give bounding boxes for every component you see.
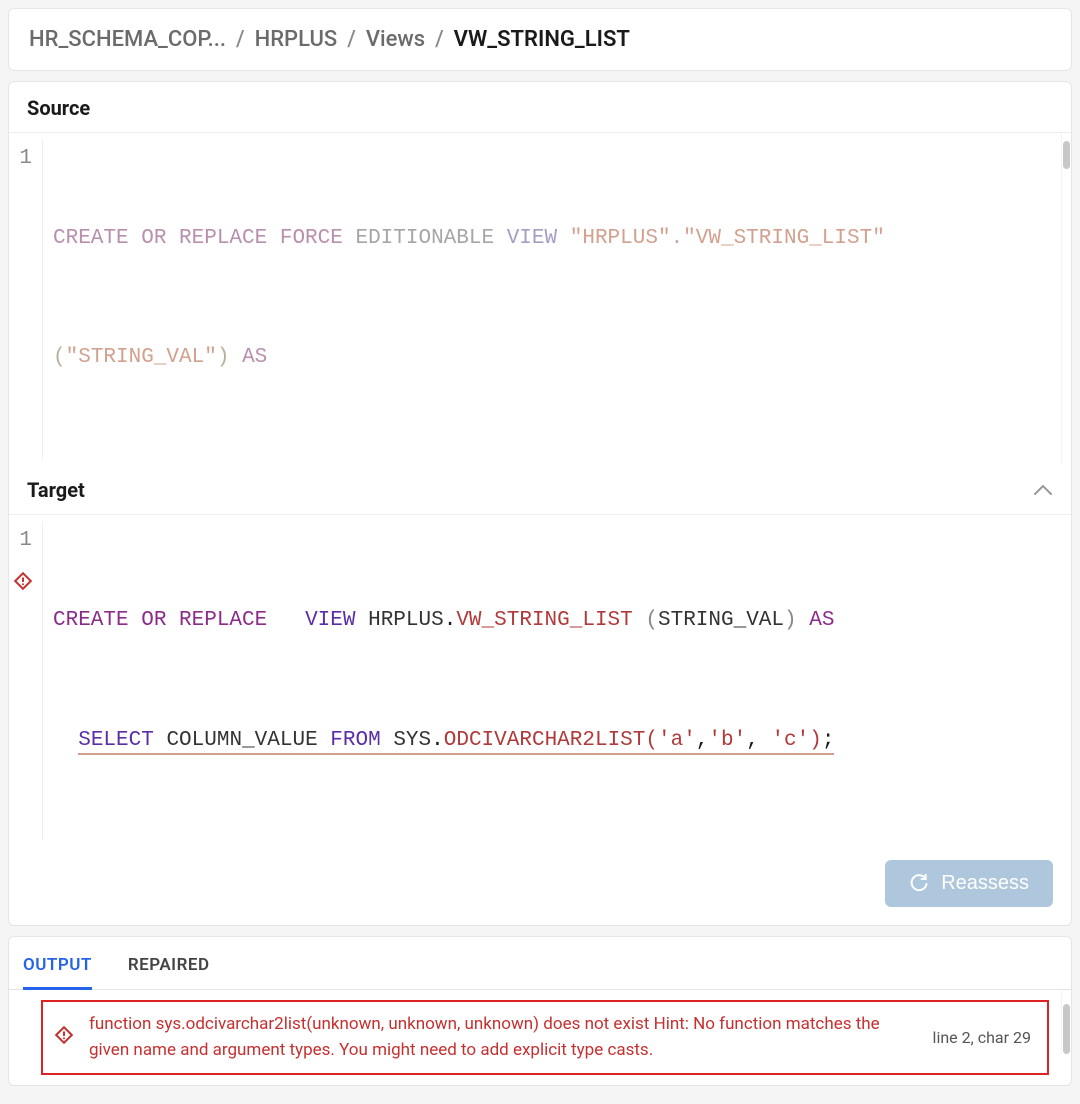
breadcrumb-card: HR_SCHEMA_COP... / HRPLUS / Views / VW_S… <box>8 8 1072 71</box>
refresh-icon <box>909 874 929 894</box>
breadcrumb-crumb-3[interactable]: VW_STRING_LIST <box>454 27 630 52</box>
code-line[interactable]: CREATE OR REPLACE FORCE EDITIONABLE VIEW… <box>53 219 1051 259</box>
breadcrumb-sep: / <box>236 27 245 52</box>
code-line[interactable]: SELECT COLUMN_VALUE FROM SYS.ODCIVARCHAR… <box>53 721 1061 761</box>
breadcrumb-sep: / <box>435 27 444 52</box>
source-scrollbar[interactable] <box>1061 133 1071 464</box>
chevron-up-icon[interactable] <box>1033 480 1053 501</box>
error-message-text: function sys.odcivarchar2list(unknown, u… <box>89 1012 917 1063</box>
code-line[interactable]: CREATE OR REPLACE VIEW HRPLUS.VW_STRING_… <box>53 601 1061 641</box>
error-location: line 2, char 29 <box>933 1028 1031 1047</box>
source-code[interactable]: 1 CREATE OR REPLACE FORCE EDITIONABLE VI… <box>9 133 1061 464</box>
source-body: 1 CREATE OR REPLACE FORCE EDITIONABLE VI… <box>9 133 1071 464</box>
target-actions: Reassess <box>9 846 1071 925</box>
source-title: Source <box>27 96 90 120</box>
code-line[interactable]: ("STRING_VAL") AS <box>53 338 1051 378</box>
target-title: Target <box>27 478 85 502</box>
breadcrumb-crumb-2[interactable]: Views <box>366 27 425 52</box>
error-icon-col <box>55 1026 73 1049</box>
target-lines[interactable]: CREATE OR REPLACE VIEW HRPLUS.VW_STRING_… <box>43 521 1061 840</box>
error-diamond-icon <box>55 1026 73 1044</box>
target-code[interactable]: 1 CREATE OR REPLACE VIEW HRPLUS.VW_STRIN… <box>9 515 1071 846</box>
source-lines[interactable]: CREATE OR REPLACE FORCE EDITIONABLE VIEW… <box>43 139 1051 458</box>
output-card: OUTPUT REPAIRED function sys.odcivarchar… <box>8 936 1072 1086</box>
source-header: Source <box>9 82 1071 133</box>
breadcrumb-crumb-0[interactable]: HR_SCHEMA_COP... <box>29 27 226 52</box>
error-message-panel[interactable]: function sys.odcivarchar2list(unknown, u… <box>41 1000 1049 1075</box>
error-diamond-icon <box>14 572 32 590</box>
scroll-thumb[interactable] <box>1063 1004 1070 1054</box>
scroll-thumb[interactable] <box>1063 141 1070 169</box>
reassess-label: Reassess <box>941 872 1029 895</box>
breadcrumb: HR_SCHEMA_COP... / HRPLUS / Views / VW_S… <box>9 9 1071 70</box>
breadcrumb-crumb-1[interactable]: HRPLUS <box>255 27 338 52</box>
gutter-error-icon[interactable] <box>14 561 32 601</box>
code-panels-card: Source 1 CREATE OR REPLACE FORCE EDITION… <box>8 81 1072 926</box>
source-gutter: 1 <box>9 139 43 458</box>
target-gutter: 1 <box>9 521 43 840</box>
reassess-button[interactable]: Reassess <box>885 860 1053 907</box>
breadcrumb-sep: / <box>347 27 356 52</box>
tab-repaired[interactable]: REPAIRED <box>128 947 210 989</box>
target-body: 1 CREATE OR REPLACE VIEW HRPLUS.VW_STRIN… <box>9 515 1071 925</box>
line-number: 1 <box>19 139 32 179</box>
target-header[interactable]: Target <box>9 464 1071 515</box>
output-scrollbar[interactable] <box>1061 990 1071 1054</box>
tab-output[interactable]: OUTPUT <box>23 947 92 990</box>
output-tabs: OUTPUT REPAIRED <box>9 937 1071 990</box>
line-number: 1 <box>19 521 32 561</box>
